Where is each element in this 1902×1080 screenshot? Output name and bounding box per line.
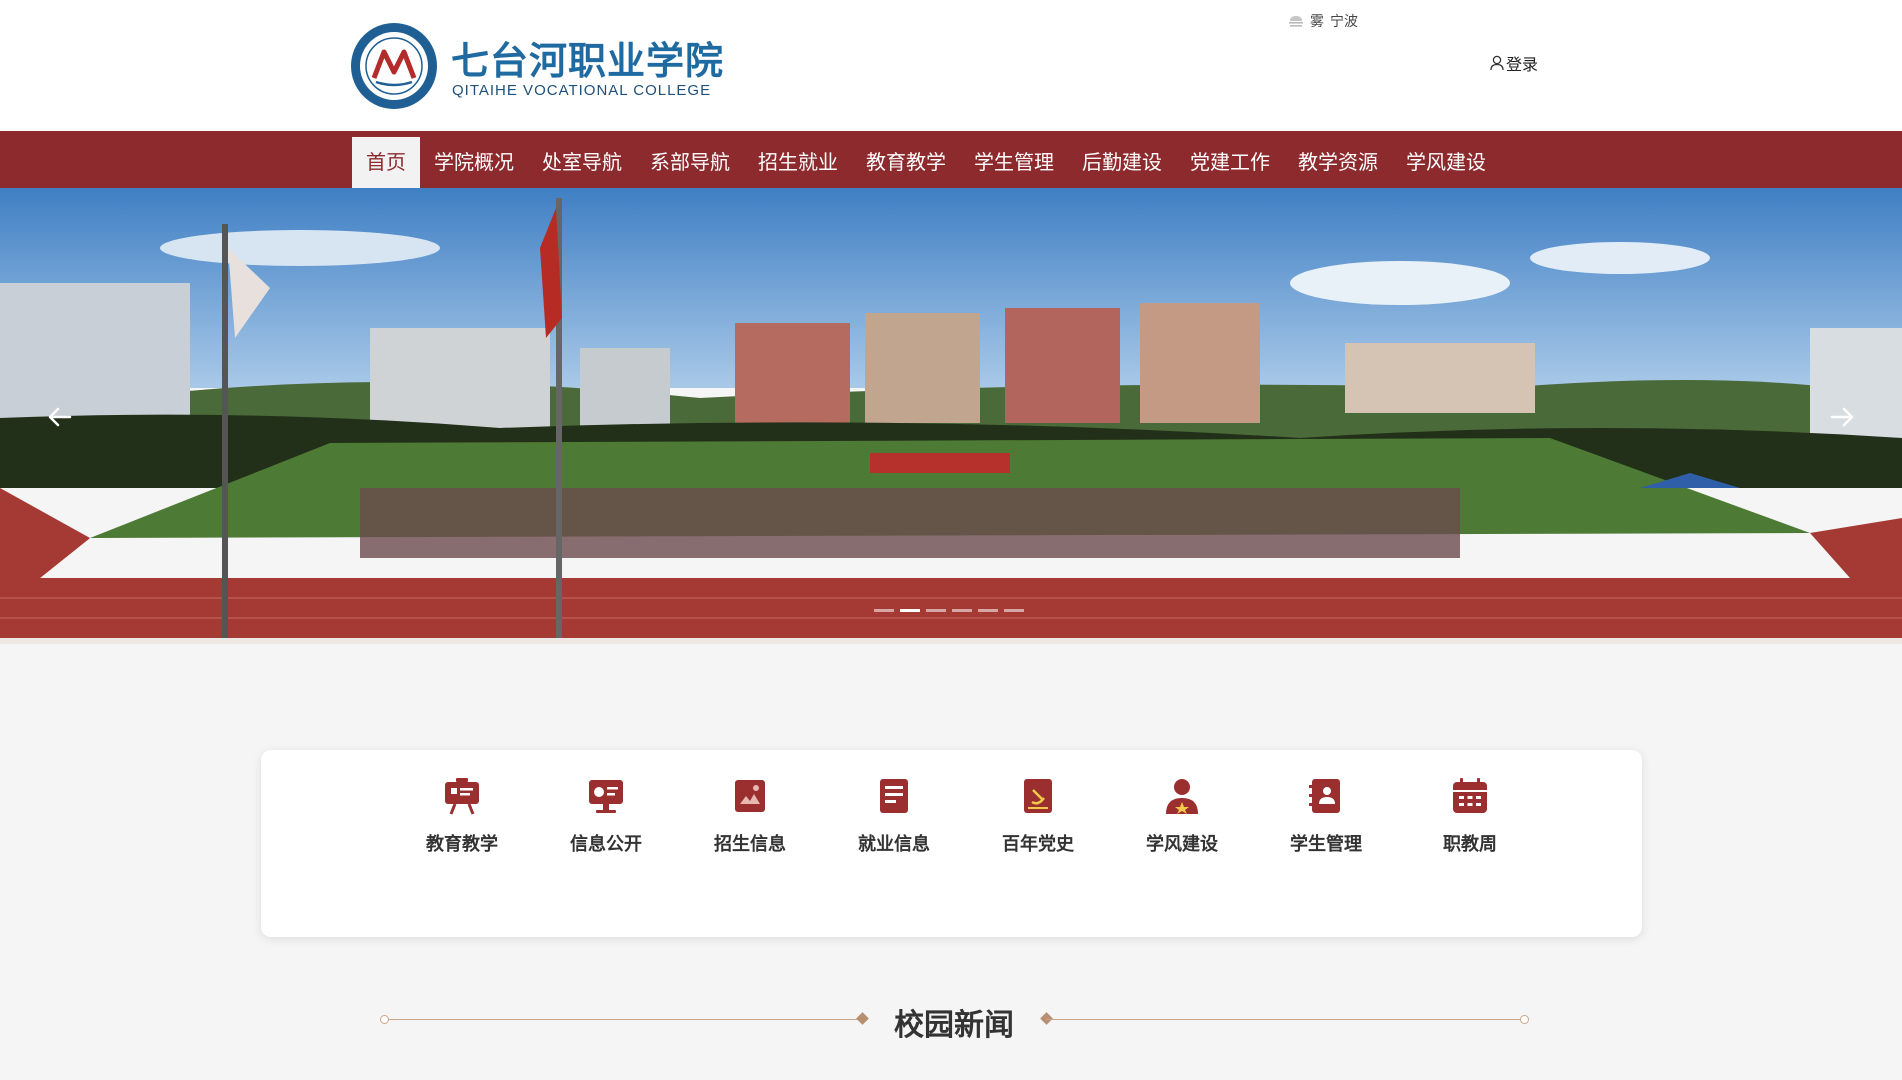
nav-item-party[interactable]: 党建工作	[1176, 137, 1284, 188]
banner-photo	[0, 188, 1902, 638]
student-file-icon	[1309, 779, 1340, 813]
quick-link-study-style[interactable]: 学风建设	[1127, 776, 1237, 856]
college-seal-icon[interactable]	[350, 22, 438, 110]
title-ornament	[1520, 1015, 1529, 1024]
user-icon	[1490, 55, 1504, 71]
slide-dot[interactable]	[926, 609, 946, 612]
quick-link-label: 学风建设	[1146, 834, 1218, 855]
nav-item-student-affairs[interactable]: 学生管理	[960, 137, 1068, 188]
slide-dot[interactable]	[900, 609, 920, 612]
quick-link-employment[interactable]: 就业信息	[839, 776, 949, 856]
section-title-campus-news: 校园新闻	[380, 1000, 1529, 1043]
arrow-right-icon[interactable]	[1822, 397, 1862, 437]
quick-link-education[interactable]: 教育教学	[407, 776, 517, 856]
quick-link-vocational-week[interactable]: 职教周	[1415, 776, 1525, 856]
nav-item-departments[interactable]: 系部导航	[636, 137, 744, 188]
nav-item-education[interactable]: 教育教学	[852, 137, 960, 188]
slide-indicators	[874, 609, 1024, 612]
main-nav-list: 首页 学院概况 处室导航 系部导航 招生就业 教育教学 学生管理 后勤建设 党建…	[352, 137, 1500, 188]
quick-link-label: 百年党史	[1002, 834, 1074, 855]
weather-widget: 雾 宁波	[1288, 11, 1358, 31]
quick-link-student-management[interactable]: 学生管理	[1271, 776, 1381, 856]
slide-dot[interactable]	[874, 609, 894, 612]
info-screen-icon	[589, 780, 623, 813]
calendar-icon	[1453, 778, 1487, 813]
title-divider	[1046, 1019, 1520, 1020]
quick-link-info-disclosure[interactable]: 信息公开	[551, 776, 661, 856]
quick-link-enrollment[interactable]: 招生信息	[695, 776, 805, 856]
quick-link-label: 招生信息	[714, 834, 786, 855]
login-link[interactable]: 登录	[1490, 51, 1538, 75]
weather-condition: 雾	[1310, 14, 1324, 30]
section-title-text: 校园新闻	[894, 1008, 1014, 1043]
nav-item-study-style[interactable]: 学风建设	[1392, 137, 1500, 188]
college-name-cn[interactable]: 七台河职业学院	[451, 30, 724, 85]
title-ornament	[856, 1012, 869, 1025]
quick-links-panel: 教育教学 信息公开 招生信息 就业信息 百年党史 学风建设 学生管理 职教周	[261, 750, 1642, 937]
nav-item-resources[interactable]: 教学资源	[1284, 137, 1392, 188]
college-name-en: QITAIHE VOCATIONAL COLLEGE	[452, 82, 712, 99]
slide-dot[interactable]	[978, 609, 998, 612]
quick-link-label: 学生管理	[1290, 834, 1362, 855]
hero-banner[interactable]	[0, 188, 1902, 638]
quick-link-label: 职教周	[1443, 834, 1497, 855]
main-nav: 首页 学院概况 处室导航 系部导航 招生就业 教育教学 学生管理 后勤建设 党建…	[0, 131, 1902, 188]
quick-link-label: 信息公开	[570, 834, 642, 855]
nav-item-about[interactable]: 学院概况	[420, 137, 528, 188]
nav-item-home[interactable]: 首页	[352, 137, 420, 188]
job-doc-icon	[880, 779, 908, 813]
slide-dot[interactable]	[952, 609, 972, 612]
presentation-board-icon	[445, 778, 479, 815]
student-icon	[1166, 779, 1198, 814]
quick-link-party-history[interactable]: 百年党史	[983, 776, 1093, 856]
quick-link-label: 就业信息	[858, 834, 930, 855]
site-header: 七台河职业学院 QITAIHE VOCATIONAL COLLEGE 雾 宁波 …	[0, 0, 1902, 131]
nav-item-logistics[interactable]: 后勤建设	[1068, 137, 1176, 188]
weather-city: 宁波	[1330, 14, 1358, 30]
login-label: 登录	[1506, 55, 1539, 74]
banner-bottom-strip	[0, 638, 1902, 644]
nav-item-offices[interactable]: 处室导航	[528, 137, 636, 188]
nav-item-admission[interactable]: 招生就业	[744, 137, 852, 188]
title-divider	[388, 1019, 866, 1020]
arrow-left-icon[interactable]	[40, 397, 80, 437]
slide-dot[interactable]	[1004, 609, 1024, 612]
fog-icon	[1289, 16, 1303, 27]
party-book-icon	[1024, 779, 1052, 813]
quick-link-label: 教育教学	[426, 834, 498, 855]
enrollment-doc-icon	[735, 780, 765, 812]
